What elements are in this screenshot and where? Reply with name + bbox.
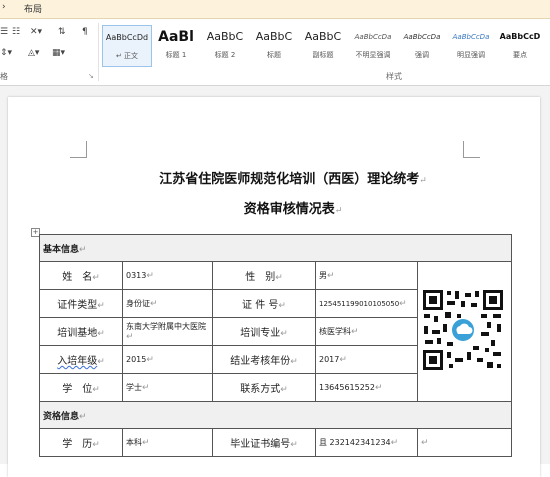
style-name: 标题 2 bbox=[214, 51, 236, 59]
style-name: 要点 bbox=[513, 51, 527, 59]
margin-corner-mark bbox=[463, 141, 480, 158]
document-title[interactable]: 江苏省住院医师规范化培训（西医）理论统考↵ bbox=[28, 168, 550, 187]
table-row: 基本信息↵ bbox=[38, 234, 513, 262]
value-id-type[interactable]: 身份证↵ bbox=[122, 289, 213, 318]
style-strong[interactable]: AaBbCcD 要点 bbox=[497, 25, 543, 65]
style-sample: AaBl bbox=[158, 29, 194, 45]
value-id-number[interactable]: 125451199010105050↵ bbox=[315, 289, 418, 318]
style-sample: AaBbCcDd bbox=[105, 33, 149, 42]
style-name: ↵ 正文 bbox=[115, 52, 139, 60]
table-row: 姓 名↵ 0313↵ 性 别↵ 男↵ bbox=[39, 261, 513, 402]
tab-overflow-arrow[interactable]: › bbox=[2, 2, 6, 12]
style-sample: AaBbCcDa bbox=[403, 33, 441, 41]
value-gender[interactable]: 男↵ bbox=[315, 261, 418, 290]
value-exam-year[interactable]: 2017↵ bbox=[315, 345, 418, 374]
qualification-table[interactable]: 基本信息↵ 姓 名↵ 0313↵ 性 别↵ 男↵ 证件类型↵ 身份证↵ 证 件 … bbox=[38, 234, 513, 457]
numbering-list-icon[interactable]: ☰ bbox=[0, 26, 8, 38]
chinese-layout-icon[interactable]: ✕▾ bbox=[30, 26, 42, 38]
section-header-basic[interactable]: 基本信息↵ bbox=[38, 234, 513, 262]
style-sample: AaBbC bbox=[255, 30, 293, 43]
document-page[interactable]: 江苏省住院医师规范化培训（西医）理论统考↵ 资格审核情况表↵ + 基本信息↵ 姓… bbox=[8, 97, 540, 477]
sort-icon[interactable]: ⇅ bbox=[58, 26, 66, 38]
qr-code-cell[interactable] bbox=[416, 261, 513, 402]
value-contact[interactable]: 13645615252↵ bbox=[315, 373, 418, 402]
style-subtle-emphasis[interactable]: AaBbCcDa 不明显强调 bbox=[349, 25, 397, 65]
label-entry-year[interactable]: 入培年级↵ bbox=[39, 345, 123, 374]
label-degree[interactable]: 学 位↵ bbox=[39, 373, 123, 402]
value-specialty[interactable]: 核医学科↵ bbox=[315, 317, 418, 346]
ribbon: ☰ ☷ ✕▾ ⇅ ¶ ⇕▾ ◬▾ ▦▾ 格 ↘ AaBbCcDd ↵ 正文 Aa… bbox=[0, 19, 550, 86]
style-title[interactable]: AaBbC 标题 bbox=[251, 25, 297, 65]
style-sample: AaBbCcD bbox=[499, 32, 541, 41]
style-sample: AaBbC bbox=[206, 30, 244, 43]
style-sample: AaBbCcDa bbox=[452, 33, 490, 41]
empty-cell[interactable]: ↵ bbox=[416, 428, 513, 457]
style-sample: AaBbC bbox=[304, 30, 342, 43]
style-name: 强调 bbox=[415, 51, 429, 59]
label-specialty[interactable]: 培训专业↵ bbox=[212, 317, 316, 346]
label-training-base[interactable]: 培训基地↵ bbox=[39, 317, 123, 346]
font-group-label: 格 bbox=[0, 72, 8, 81]
style-name: 明显强调 bbox=[457, 51, 485, 59]
label-id-number[interactable]: 证 件 号↵ bbox=[212, 289, 316, 318]
style-name: 副标题 bbox=[312, 51, 334, 59]
style-heading-1[interactable]: AaBl 标题 1 bbox=[152, 25, 200, 65]
document-subtitle[interactable]: 资格审核情况表↵ bbox=[28, 198, 550, 217]
style-name: 标题 1 bbox=[165, 51, 187, 59]
multilevel-list-icon[interactable]: ☷ bbox=[12, 26, 20, 38]
value-training-base[interactable]: 东南大学附属中大医院↵ bbox=[122, 317, 213, 346]
style-sample: AaBbCcDa bbox=[354, 33, 392, 41]
value-diploma-number[interactable]: 且 232142341234↵ bbox=[315, 428, 418, 457]
label-id-type[interactable]: 证件类型↵ bbox=[39, 289, 123, 318]
table-row: 学 历↵ 本科↵ 毕业证书编号↵ 且 232142341234↵ ↵ bbox=[39, 428, 513, 457]
label-education[interactable]: 学 历↵ bbox=[39, 428, 123, 457]
style-subtitle[interactable]: AaBbC 副标题 bbox=[300, 25, 346, 65]
show-marks-icon[interactable]: ¶ bbox=[82, 26, 88, 38]
label-contact[interactable]: 联系方式↵ bbox=[212, 373, 316, 402]
value-degree[interactable]: 学士↵ bbox=[122, 373, 213, 402]
value-education[interactable]: 本科↵ bbox=[122, 428, 213, 457]
style-heading-2[interactable]: AaBbC 标题 2 bbox=[202, 25, 248, 65]
line-spacing-icon[interactable]: ⇕▾ bbox=[0, 47, 12, 59]
style-name: 不明显强调 bbox=[355, 51, 391, 59]
value-name[interactable]: 0313↵ bbox=[122, 261, 213, 290]
section-header-qualification[interactable]: 资格信息↵ bbox=[38, 401, 513, 429]
styles-group-label: 样式 bbox=[386, 72, 402, 81]
ribbon-tab-bar: › 布局 bbox=[0, 0, 550, 19]
ribbon-separator bbox=[98, 23, 99, 81]
shading-icon[interactable]: ◬▾ bbox=[28, 47, 39, 59]
value-entry-year[interactable]: 2015↵ bbox=[122, 345, 213, 374]
label-gender[interactable]: 性 别↵ bbox=[212, 261, 316, 290]
table-row: 资格信息↵ bbox=[38, 401, 513, 429]
style-intense-emphasis[interactable]: AaBbCcDa 明显强调 bbox=[447, 25, 495, 65]
qr-code-icon bbox=[421, 288, 505, 372]
label-name[interactable]: 姓 名↵ bbox=[39, 261, 123, 290]
margin-corner-mark bbox=[70, 141, 87, 158]
style-emphasis[interactable]: AaBbCcDa 强调 bbox=[399, 25, 445, 65]
tab-layout[interactable]: 布局 bbox=[24, 2, 42, 15]
label-exam-year[interactable]: 结业考核年份↵ bbox=[212, 345, 316, 374]
label-diploma-number[interactable]: 毕业证书编号↵ bbox=[212, 428, 316, 457]
borders-icon[interactable]: ▦▾ bbox=[52, 47, 65, 59]
style-normal[interactable]: AaBbCcDd ↵ 正文 bbox=[102, 25, 152, 67]
dialog-launcher-icon[interactable]: ↘ bbox=[88, 72, 94, 80]
style-name: 标题 bbox=[267, 51, 281, 59]
